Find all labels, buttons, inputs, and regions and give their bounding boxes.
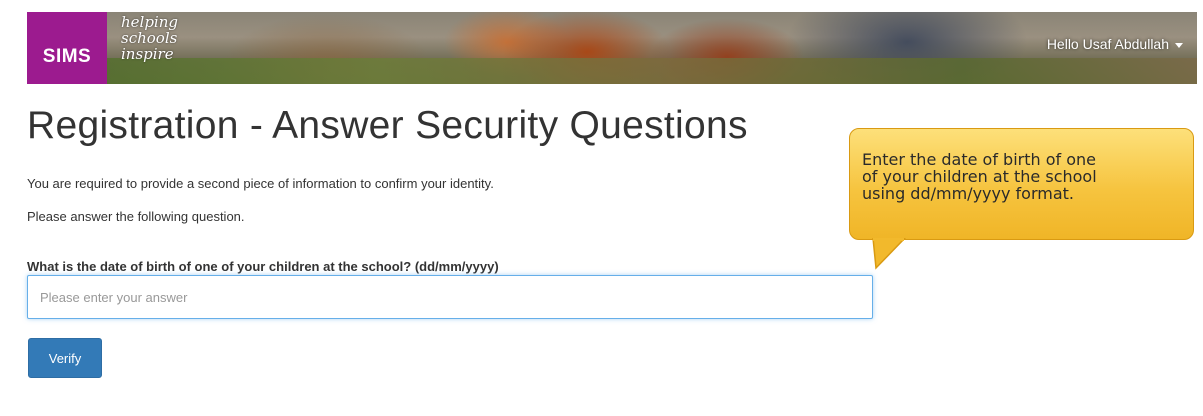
tagline-line: helping (121, 13, 178, 31)
header-banner: SIMS helping schools inspire Hello Usaf … (27, 12, 1197, 84)
instruction-text: Please answer the following question. (27, 209, 245, 224)
answer-input[interactable] (27, 275, 873, 319)
logo-text: SIMS (42, 46, 92, 67)
callout-line: Enter the date of birth of one (862, 150, 1097, 169)
caret-down-icon (1175, 42, 1183, 48)
tagline-line: schools (121, 29, 178, 47)
question-label: What is the date of birth of one of your… (27, 259, 499, 274)
banner-photo (27, 58, 1197, 84)
user-menu[interactable]: Hello Usaf Abdullah (1047, 36, 1183, 52)
help-callout: Enter the date of birth of one of your c… (849, 128, 1194, 240)
intro-text: You are required to provide a second pie… (27, 176, 494, 191)
page-title: Registration - Answer Security Questions (27, 104, 748, 147)
user-greeting: Hello Usaf Abdullah (1046, 36, 1169, 52)
callout-line: using dd/mm/yyyy format. (862, 184, 1074, 203)
tagline: helping schools inspire (121, 14, 178, 62)
verify-button[interactable]: Verify (28, 338, 102, 378)
sims-logo[interactable]: SIMS (27, 12, 107, 84)
callout-line: of your children at the school (862, 167, 1097, 186)
tagline-line: inspire (121, 45, 174, 63)
page: SIMS helping schools inspire Hello Usaf … (0, 0, 1203, 416)
